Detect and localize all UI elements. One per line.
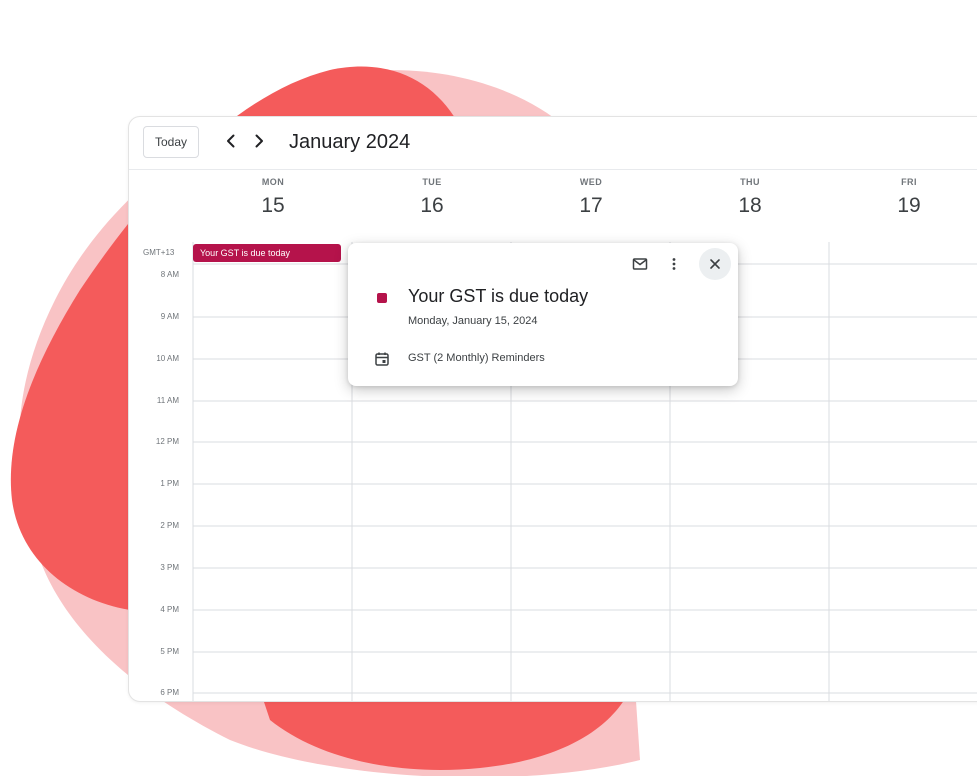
next-week-button[interactable]	[247, 129, 271, 153]
day-column-header-fri[interactable]: FRI 19	[830, 177, 977, 218]
month-title: January 2024	[289, 131, 411, 153]
hour-label: 4 PM	[160, 605, 179, 614]
hour-label: 12 PM	[155, 437, 179, 446]
email-guests-button[interactable]	[624, 248, 656, 280]
hour-label: 8 AM	[160, 270, 179, 279]
hour-label: 2 PM	[160, 521, 179, 530]
calendar-panel: Today January 2024 MON 15 TUE 16 WED 17 …	[128, 116, 977, 702]
timezone-label: GMT+13	[143, 248, 175, 257]
event-title: Your GST is due today	[408, 286, 589, 306]
day-column-header-thu[interactable]: THU 18	[671, 177, 829, 218]
day-name: TUE	[422, 177, 442, 187]
hour-label: 1 PM	[160, 479, 179, 488]
previous-week-button[interactable]	[219, 129, 243, 153]
chevron-left-icon	[227, 134, 235, 148]
day-number[interactable]: 17	[512, 194, 670, 218]
event-details-popup: Your GST is due today Monday, January 15…	[348, 243, 738, 386]
event-color-indicator	[377, 293, 387, 303]
close-popup-button[interactable]	[699, 248, 731, 280]
day-name: MON	[261, 177, 285, 187]
event-date: Monday, January 15, 2024	[408, 315, 538, 327]
hour-label: 5 PM	[160, 647, 179, 656]
calendar-icon	[375, 352, 389, 366]
hour-label: 6 PM	[160, 688, 179, 697]
hour-label: 10 AM	[156, 354, 179, 363]
chevron-right-icon	[255, 134, 263, 148]
today-button[interactable]: Today	[143, 126, 199, 158]
day-column-header-mon[interactable]: MON 15	[194, 177, 352, 218]
day-number[interactable]: 16	[353, 194, 511, 218]
day-column-header-wed[interactable]: WED 17	[512, 177, 670, 218]
more-vert-icon	[672, 258, 676, 270]
hour-label: 11 AM	[156, 396, 179, 405]
day-number[interactable]: 18	[671, 194, 829, 218]
all-day-event-chip[interactable]: Your GST is due today	[193, 244, 341, 262]
hour-label: 9 AM	[160, 312, 179, 321]
hour-label: 3 PM	[160, 563, 179, 572]
day-name: WED	[579, 177, 603, 187]
day-number[interactable]: 15	[194, 194, 352, 218]
calendar-toolbar: Today January 2024	[129, 117, 977, 170]
day-name: FRI	[901, 177, 917, 187]
event-calendar-name: GST (2 Monthly) Reminders	[408, 352, 545, 364]
day-column-header-tue[interactable]: TUE 16	[353, 177, 511, 218]
day-number[interactable]: 19	[830, 194, 977, 218]
close-icon	[710, 259, 720, 269]
more-options-button[interactable]	[658, 248, 690, 280]
day-name: THU	[740, 177, 760, 187]
email-icon	[632, 258, 648, 270]
